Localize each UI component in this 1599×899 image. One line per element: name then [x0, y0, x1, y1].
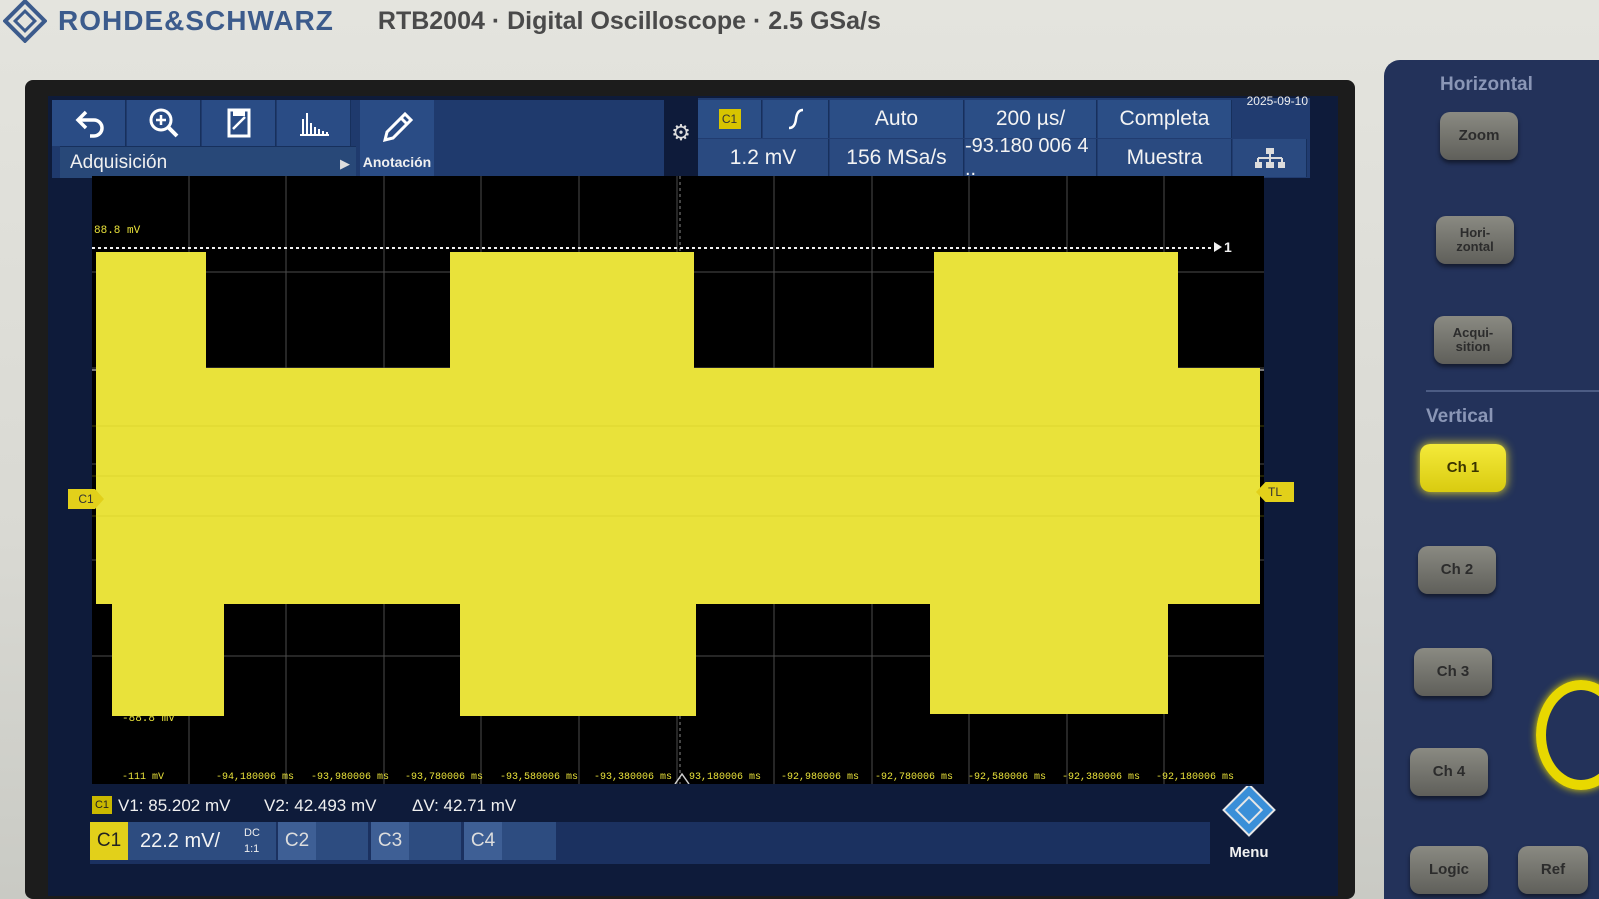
- ch1-key[interactable]: Ch 1: [1420, 444, 1506, 492]
- save-button[interactable]: [202, 100, 276, 146]
- time-tick-label: 93,180006 ms: [689, 772, 761, 783]
- time-tick-label: -92,780006 ms: [875, 772, 953, 783]
- channel-c1-coupling: DC: [244, 827, 260, 839]
- menu-button[interactable]: Menu: [1214, 786, 1284, 866]
- cursor-ref-marker[interactable]: 1: [1224, 239, 1232, 255]
- channel-bar: C1 22.2 mV/ DC 1:1 C2 C3 C4: [90, 822, 1210, 864]
- annotation-button[interactable]: Anotación: [360, 100, 434, 178]
- ch4-key[interactable]: Ch 4: [1410, 748, 1488, 796]
- acquisition-mode[interactable]: Muestra: [1098, 139, 1232, 177]
- section-divider: [1426, 390, 1599, 392]
- trigger-panel: C1 Auto 200 µs/ Completa 1.2 mV 156 MSa/…: [698, 98, 1310, 180]
- header-bar: ROHDE&SCHWARZ RTB2004 · Digital Oscillos…: [0, 0, 1380, 44]
- acquisition-label: Adquisición: [70, 151, 168, 173]
- time-tick-label: -92,180006 ms: [1156, 772, 1234, 783]
- bottom-left-scale-label: -111 mV: [122, 772, 164, 783]
- channel-offset-label: C1: [78, 492, 94, 506]
- cursor-ref-arrow-icon: [1214, 242, 1222, 252]
- network-icon: [1254, 148, 1285, 168]
- ref-key[interactable]: Ref: [1518, 846, 1588, 894]
- front-panel: Horizontal Zoom Hori- zontal Acqui- siti…: [1384, 60, 1599, 899]
- cursor-readout: C1 V1: 85.202 mV V2: 42.493 mV ΔV: 42.71…: [92, 794, 652, 818]
- channel-c2-box[interactable]: C2: [278, 822, 368, 860]
- cursor-delta-value: ΔV: 42.71 mV: [412, 796, 517, 815]
- trigger-level-label: TL: [1267, 485, 1282, 499]
- play-arrow-icon: ▶: [340, 156, 350, 171]
- undo-icon: [75, 110, 104, 138]
- channel-c1-scale: 22.2 mV/: [140, 829, 221, 852]
- bottom-scale-label: -88.8 mV: [122, 713, 175, 725]
- waveform-trace: [96, 252, 1260, 716]
- time-tick-label: -93,380006 ms: [594, 772, 672, 783]
- undo-button[interactable]: [52, 100, 126, 146]
- ch3-key[interactable]: Ch 3: [1414, 648, 1492, 696]
- top-scale-label: 88.8 mV: [94, 225, 141, 237]
- trigger-source[interactable]: C1: [698, 100, 762, 138]
- acquisition-menu[interactable]: Adquisición: [60, 146, 356, 178]
- trigger-slope[interactable]: [763, 100, 829, 138]
- brand-name: ROHDE&SCHWARZ: [58, 5, 334, 36]
- cursor-v1-value: V1: 85.202 mV: [118, 796, 231, 815]
- date-display: 2025-09-10: [1246, 94, 1308, 108]
- zoom-icon: [149, 108, 178, 138]
- time-tick-label: -92,980006 ms: [781, 772, 859, 783]
- rising-edge-icon: [788, 108, 803, 130]
- histogram-button[interactable]: [277, 100, 351, 146]
- rs-menu-icon: [1222, 786, 1276, 837]
- settings-gear-icon[interactable]: ⚙: [668, 120, 694, 154]
- cursor-source-badge: C1: [92, 796, 112, 814]
- zoom-key[interactable]: Zoom: [1440, 112, 1518, 160]
- trigger-source-badge: C1: [718, 109, 741, 129]
- trigger-mode[interactable]: Auto: [830, 100, 964, 138]
- ch2-key[interactable]: Ch 2: [1418, 546, 1496, 594]
- acquisition-key[interactable]: Acqui- sition: [1434, 316, 1512, 364]
- menu-label: Menu: [1229, 844, 1269, 861]
- vertical-section-title: Vertical: [1426, 406, 1494, 427]
- channel-c1-probe: 1:1: [244, 843, 260, 855]
- channel-c4-tag: C4: [464, 822, 502, 860]
- channel-c2-tag: C2: [278, 822, 316, 860]
- trigger-level[interactable]: 1.2 mV: [698, 139, 829, 177]
- rs-logo-icon: [2, 0, 48, 44]
- time-tick-label: -92,380006 ms: [1062, 772, 1140, 783]
- model-label: RTB2004 · Digital Oscilloscope · 2.5 GSa…: [377, 6, 881, 35]
- cursor-v2-value: V2: 42.493 mV: [264, 796, 377, 815]
- waveform-display[interactable]: 88.8 mV -88.8 mV 1 -111 mV -94,180006 ms…: [92, 176, 1264, 784]
- pencil-icon: [382, 111, 414, 143]
- oscilloscope-photo: ROHDE&SCHWARZ RTB2004 · Digital Oscillos…: [0, 0, 1599, 899]
- timebase-scale[interactable]: 200 µs/: [965, 100, 1097, 138]
- channel-c1-box[interactable]: C1 22.2 mV/ DC 1:1: [90, 822, 276, 860]
- histogram-icon: [299, 113, 329, 136]
- horizontal-position[interactable]: -93.180 006 4 ..: [965, 135, 1097, 180]
- horizontal-section-title: Horizontal: [1440, 74, 1533, 95]
- channel-c3-box[interactable]: C3: [371, 822, 461, 860]
- channel-c4-box[interactable]: C4: [464, 822, 556, 860]
- time-tick-label: -92,580006 ms: [968, 772, 1046, 783]
- zoom-button[interactable]: [127, 100, 201, 146]
- channel-c1-tag: C1: [90, 822, 128, 860]
- sample-rate: 156 MSa/s: [830, 139, 964, 177]
- save-icon: [227, 108, 250, 138]
- horizontal-key[interactable]: Hori- zontal: [1436, 216, 1514, 264]
- time-tick-label: -94,180006 ms: [216, 772, 294, 783]
- toolbar: Adquisición ▶ ⚙: [52, 100, 664, 178]
- vertical-knob[interactable]: [1536, 680, 1599, 790]
- time-tick-label: -93,980006 ms: [311, 772, 389, 783]
- logic-key[interactable]: Logic: [1410, 846, 1488, 894]
- network-button[interactable]: [1233, 139, 1307, 177]
- channel-c3-tag: C3: [371, 822, 409, 860]
- record-length[interactable]: Completa: [1098, 100, 1232, 138]
- waveform-svg: 88.8 mV -88.8 mV 1 -111 mV -94,180006 ms…: [92, 176, 1264, 784]
- time-axis: -111 mV -94,180006 ms -93,980006 ms -93,…: [122, 772, 1234, 783]
- annotation-label: Anotación: [362, 154, 432, 170]
- time-tick-label: -93,580006 ms: [500, 772, 578, 783]
- time-tick-label: -93,780006 ms: [405, 772, 483, 783]
